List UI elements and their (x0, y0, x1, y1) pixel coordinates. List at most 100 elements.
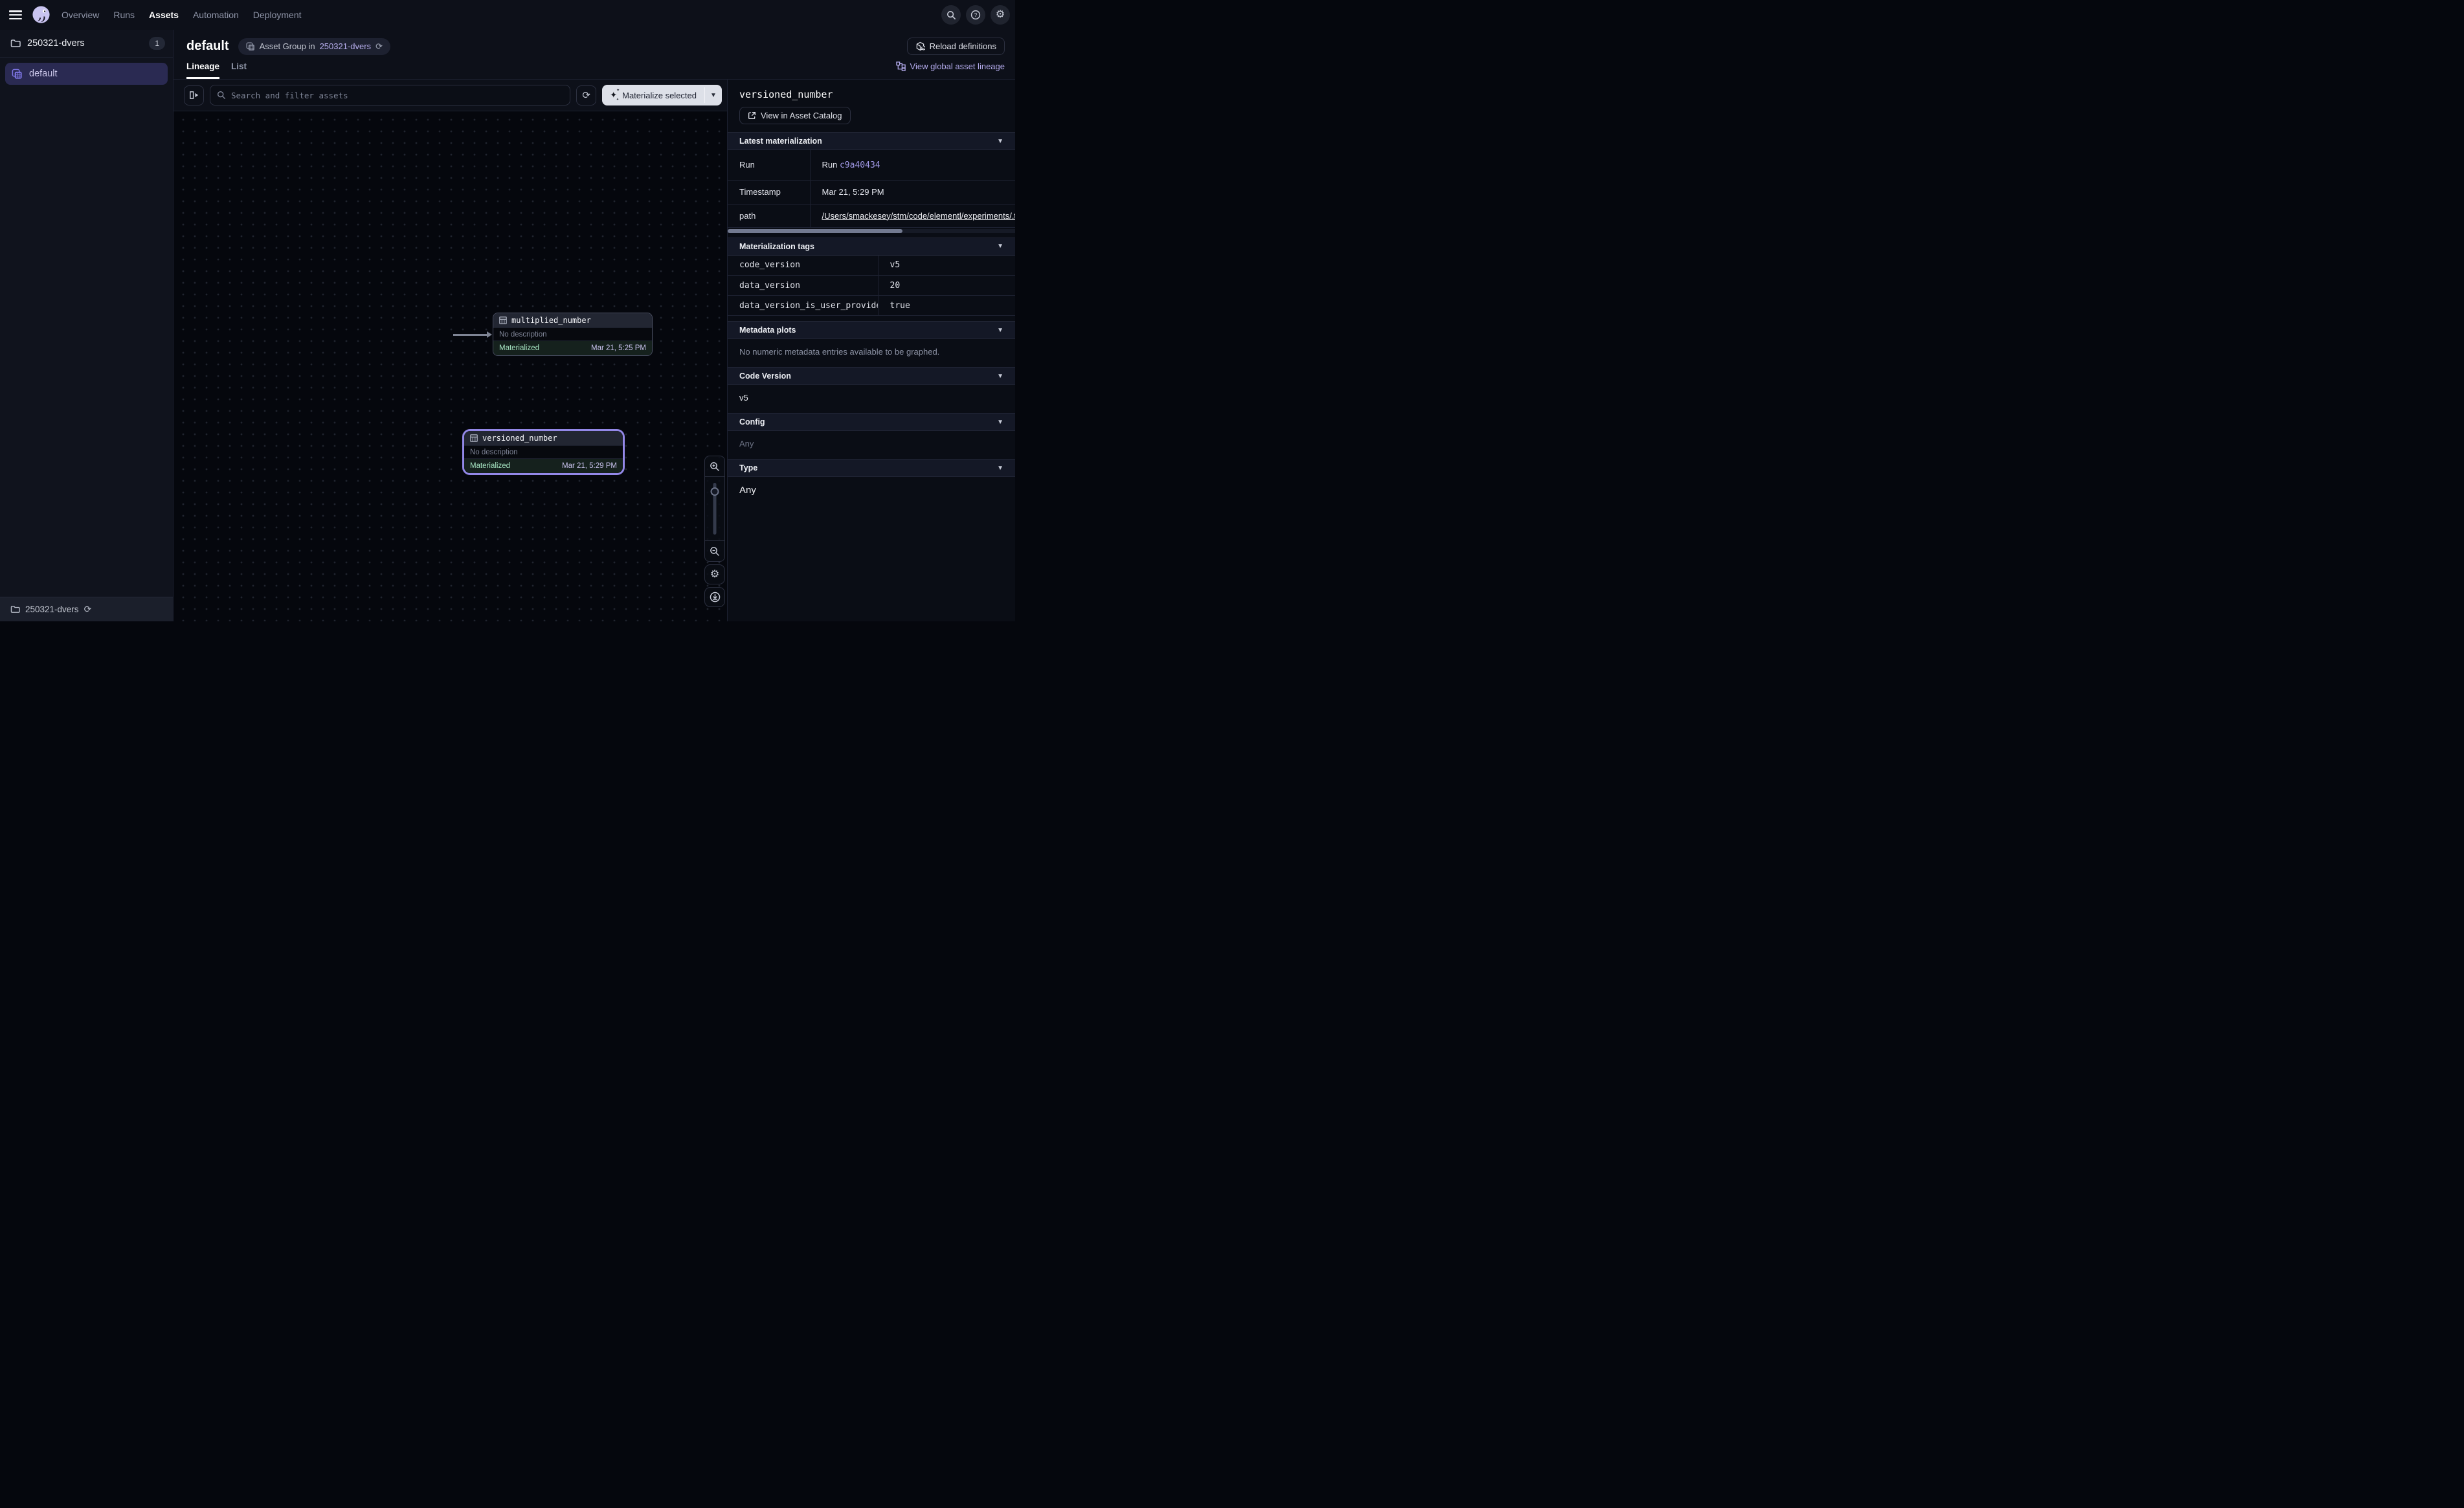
section-config[interactable]: Config ▼ (728, 413, 1015, 431)
nav-item-overview[interactable]: Overview (62, 10, 99, 20)
global-lineage-label: View global asset lineage (910, 61, 1005, 71)
code-location-name: 250321-dvers (27, 38, 149, 49)
asset-description: No description (464, 445, 623, 459)
materialize-dropdown-button[interactable]: ▼ (705, 85, 722, 105)
chevron-down-icon: ▼ (997, 419, 1003, 426)
timestamp-key: Timestamp (728, 180, 810, 204)
timestamp-value: Mar 21, 5:29 PM (810, 180, 1015, 204)
table-icon (470, 434, 478, 442)
asset-node-multiplied-number[interactable]: multiplied_number No description Materia… (493, 313, 653, 356)
nav-item-automation[interactable]: Automation (193, 10, 239, 20)
folder-icon (10, 605, 20, 614)
chevron-down-icon: ▼ (997, 243, 1003, 250)
horizontal-scrollbar (728, 229, 1015, 233)
materialized-status: Materialized (470, 462, 510, 470)
reload-definitions-button[interactable]: Reload definitions (907, 38, 1005, 55)
refresh-graph-button[interactable]: ⟳ (576, 85, 596, 105)
dagster-logo[interactable] (31, 5, 51, 25)
panel-asset-title: versioned_number (739, 89, 1003, 100)
asset-node-versioned-number[interactable]: versioned_number No description Material… (464, 431, 623, 473)
table-icon (499, 316, 507, 324)
zoom-out-button[interactable] (705, 541, 724, 561)
help-icon: ? (970, 10, 981, 20)
sidebar-item-default[interactable]: default (5, 63, 168, 85)
zoom-in-icon (710, 461, 720, 472)
main-nav: Overview Runs Assets Automation Deployme… (62, 10, 302, 20)
reload-definitions-label: Reload definitions (930, 41, 996, 51)
footer-location-name: 250321-dvers (25, 604, 79, 614)
nav-item-deployment[interactable]: Deployment (253, 10, 302, 20)
asset-name: multiplied_number (511, 316, 591, 325)
chevron-down-icon: ▼ (997, 138, 1003, 145)
sparkle-icon: ✦✦✦ (610, 90, 617, 100)
materialization-tags-table: code_version v5 data_version 20 data_ver… (728, 256, 1015, 316)
tab-list[interactable]: List (231, 61, 247, 79)
asset-count-badge: 1 (149, 37, 165, 50)
reload-cube-icon (915, 41, 925, 51)
refresh-icon[interactable]: ⟳ (84, 604, 92, 615)
chevron-down-icon: ▼ (997, 327, 1003, 334)
help-button[interactable]: ? (966, 5, 985, 25)
materialize-label: Materialize selected (622, 91, 697, 100)
hamburger-menu-icon[interactable] (9, 10, 22, 19)
download-image-button[interactable] (704, 587, 725, 607)
external-link-icon (748, 111, 756, 120)
search-icon (217, 91, 226, 100)
tab-lineage[interactable]: Lineage (186, 61, 219, 79)
section-label: Materialization tags (739, 242, 814, 251)
scrollbar-thumb[interactable] (728, 229, 902, 233)
section-materialization-tags[interactable]: Materialization tags ▼ (728, 238, 1015, 256)
materialize-button[interactable]: ✦✦✦ Materialize selected (602, 85, 704, 105)
page-title: default (186, 39, 229, 54)
nav-item-runs[interactable]: Runs (113, 10, 135, 20)
refresh-icon[interactable]: ⟳ (375, 41, 383, 52)
tag-key: data_version_is_user_provided (728, 296, 878, 316)
nav-item-assets[interactable]: Assets (149, 10, 179, 20)
view-in-asset-catalog-button[interactable]: View in Asset Catalog (739, 107, 851, 124)
asset-group-icon (12, 69, 23, 80)
tag-key: data_version (728, 276, 878, 296)
svg-text:?: ? (974, 12, 978, 18)
graph-toolbar: ⟳ ✦✦✦ Materialize selected ▼ (174, 80, 727, 111)
section-label: Latest materialization (739, 137, 822, 146)
section-type[interactable]: Type ▼ (728, 459, 1015, 477)
settings-button[interactable]: ⚙ (991, 5, 1010, 25)
top-nav: Overview Runs Assets Automation Deployme… (0, 0, 1015, 30)
section-code-version[interactable]: Code Version ▼ (728, 367, 1015, 385)
zoom-slider[interactable] (705, 476, 724, 541)
search-button[interactable] (941, 5, 961, 25)
section-label: Metadata plots (739, 326, 796, 335)
view-global-asset-lineage-link[interactable]: View global asset lineage (896, 61, 1005, 79)
run-key: Run (728, 150, 810, 180)
expand-sidebar-button[interactable] (184, 85, 204, 105)
panel-expand-icon (189, 91, 199, 100)
zoom-in-button[interactable] (705, 456, 724, 476)
asset-detail-panel: versioned_number View in Asset Catalog L… (727, 80, 1015, 621)
section-metadata-plots[interactable]: Metadata plots ▼ (728, 321, 1015, 339)
materialized-status: Materialized (499, 344, 539, 352)
search-input[interactable] (231, 91, 563, 100)
table-row: data_version 20 (728, 276, 1015, 296)
path-link[interactable]: /Users/smackesey/stm/code/elementl/exper… (822, 211, 1016, 221)
sidebar-code-location-row[interactable]: 250321-dvers 1 (0, 30, 173, 58)
gear-icon: ⚙ (710, 570, 719, 580)
asset-groups-sidebar: 250321-dvers 1 default 250321-dvers ⟳ (0, 30, 174, 621)
section-latest-materialization[interactable]: Latest materialization ▼ (728, 132, 1015, 150)
materialized-timestamp: Mar 21, 5:25 PM (591, 344, 646, 352)
sidebar-footer: 250321-dvers ⟳ (0, 597, 173, 621)
metadata-plots-empty-text: No numeric metadata entries available to… (728, 339, 1015, 367)
zoom-out-icon (710, 546, 720, 557)
zoom-slider-thumb[interactable] (711, 487, 719, 496)
tag-value: v5 (878, 256, 1015, 276)
materialized-timestamp: Mar 21, 5:29 PM (562, 462, 617, 470)
graph-settings-button[interactable]: ⚙ (704, 564, 725, 584)
asset-description: No description (493, 327, 652, 341)
asset-group-badge[interactable]: Asset Group in 250321-dvers ⟳ (238, 38, 390, 55)
table-row: path /Users/smackesey/stm/code/elementl/… (728, 204, 1015, 227)
run-id-link[interactable]: c9a40434 (840, 161, 880, 170)
page-header: default Asset Group in 250321-dvers ⟳ (174, 30, 1015, 80)
view-tabs: Lineage List (186, 61, 247, 79)
lineage-canvas[interactable]: versioned_number No description Material… (174, 111, 727, 621)
sidebar-item-label: default (29, 69, 58, 79)
badge-location-link[interactable]: 250321-dvers (320, 41, 372, 51)
